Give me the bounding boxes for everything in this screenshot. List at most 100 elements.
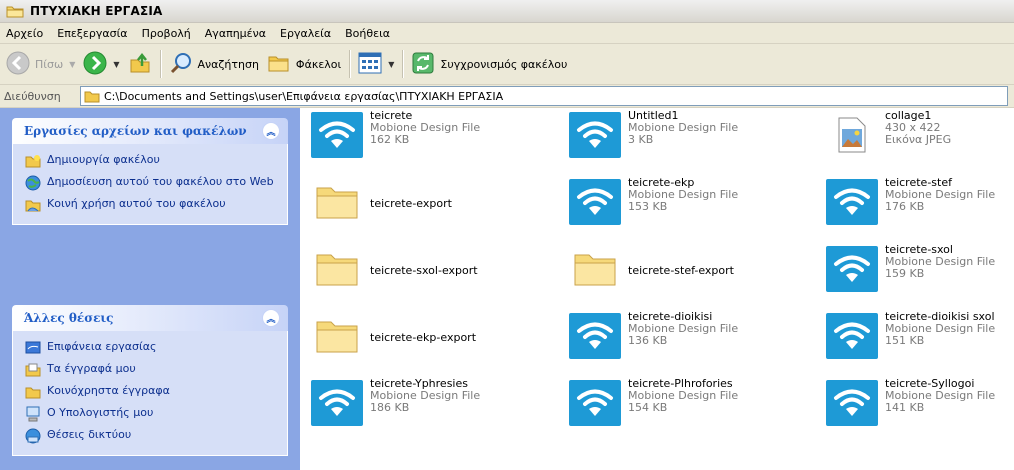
- file-item[interactable]: teicrete-ekp Mobione Design File 153 KB: [568, 175, 818, 235]
- other-places-title: Άλλες θέσεις: [24, 311, 114, 325]
- folder-item[interactable]: teicrete-ekp-export: [310, 309, 560, 369]
- address-path: C:\Documents and Settings\user\Επιφάνεια…: [104, 89, 504, 103]
- file-size: 151 KB: [885, 334, 925, 347]
- file-item[interactable]: teicrete-Plhrofories Mobione Design File 1…: [568, 376, 818, 436]
- place-shared-documents[interactable]: Κοινόχρηστα έγγραφα: [13, 381, 287, 403]
- sync-icon: [411, 51, 435, 78]
- file-item[interactable]: teicrete Mobione Design File 162 KB: [310, 108, 560, 168]
- file-text: teicrete Mobione Design File 162 KB: [370, 108, 480, 146]
- folder-item[interactable]: teicrete-stef-export: [568, 242, 818, 302]
- file-tasks-header[interactable]: Εργασίες αρχείων και φακέλων ︽: [12, 118, 288, 144]
- up-folder-button[interactable]: [124, 48, 156, 80]
- file-text: teicrete-sxol Mobione Design File 159 KB: [885, 242, 995, 280]
- file-text: teicrete-ekp Mobione Design File 153 KB: [628, 175, 738, 213]
- file-name: teicrete-sxol-export: [370, 264, 478, 277]
- folder-icon: [310, 242, 364, 296]
- file-text: Untitled1 Mobione Design File 3 KB: [628, 108, 738, 146]
- folder-icon: [310, 309, 364, 363]
- file-item[interactable]: Untitled1 Mobione Design File 3 KB: [568, 108, 818, 168]
- task-label: Δημοσίευση αυτού του φακέλου στο Web: [47, 175, 274, 188]
- menu-view[interactable]: Προβολή: [135, 27, 198, 40]
- views-button[interactable]: ▼: [354, 48, 398, 80]
- back-button[interactable]: Πίσω ▼: [2, 48, 79, 80]
- file-item[interactable]: teicrete-sxol Mobione Design File 159 KB: [825, 242, 1014, 302]
- file-tasks-body: Δημιουργία φακέλου Δημοσίευση αυτού του …: [12, 144, 288, 225]
- wifi-icon: [568, 309, 622, 363]
- chevron-down-icon[interactable]: ▼: [69, 60, 75, 69]
- wifi-icon: [568, 376, 622, 430]
- share-folder-icon: [25, 197, 41, 213]
- folders-label: Φάκελοι: [295, 57, 342, 71]
- file-text: collage1 430 x 422 Εικόνα JPEG: [885, 108, 951, 146]
- task-new-folder[interactable]: Δημιουργία φακέλου: [13, 150, 287, 172]
- task-share-folder[interactable]: Κοινή χρήση αυτού του φακέλου: [13, 194, 287, 216]
- place-my-documents[interactable]: Τα έγγραφά μου: [13, 359, 287, 381]
- folder-icon: [84, 90, 100, 103]
- file-name: teicrete-ekp-export: [370, 331, 477, 344]
- sync-folder-button[interactable]: Συγχρονισμός φακέλου: [407, 48, 571, 80]
- place-desktop[interactable]: Επιφάνεια εργασίας: [13, 337, 287, 359]
- file-size: Εικόνα JPEG: [885, 133, 952, 146]
- file-item[interactable]: teicrete-stef Mobione Design File 176 KB: [825, 175, 1014, 235]
- wifi-icon: [568, 108, 622, 162]
- file-size: 186 KB: [370, 401, 410, 414]
- file-item[interactable]: teicrete-dioikisi sxol Mobione Design Fil…: [825, 309, 1014, 369]
- menu-favorites[interactable]: Αγαπημένα: [198, 27, 273, 40]
- folders-icon: [267, 51, 291, 78]
- menu-tools[interactable]: Εργαλεία: [273, 27, 338, 40]
- file-list: teicrete Mobione Design File 162 KB Untitle…: [300, 108, 1014, 470]
- file-item[interactable]: collage1 430 x 422 Εικόνα JPEG: [825, 108, 1014, 168]
- file-item[interactable]: teicrete-Syllogoi Mobione Design File 141 …: [825, 376, 1014, 436]
- search-button[interactable]: Αναζήτηση: [165, 48, 263, 80]
- place-label: Τα έγγραφά μου: [47, 362, 136, 375]
- address-label: Διεύθυνση: [4, 89, 61, 103]
- forward-button[interactable]: ▼: [79, 48, 123, 80]
- folder-item[interactable]: teicrete-export: [310, 175, 560, 235]
- place-label: Κοινόχρηστα έγγραφα: [47, 384, 170, 397]
- place-label: Θέσεις δικτύου: [47, 428, 132, 441]
- menu-edit[interactable]: Επεξεργασία: [50, 27, 134, 40]
- new-folder-icon: [25, 153, 41, 169]
- file-size: 3 KB: [628, 133, 654, 146]
- file-item[interactable]: teicrete-dioikisi Mobione Design File 136 …: [568, 309, 818, 369]
- up-folder-icon: [128, 51, 152, 78]
- collapse-icon[interactable]: ︽: [262, 309, 280, 327]
- file-text: teicrete-export: [370, 175, 452, 210]
- task-pane: Εργασίες αρχείων και φακέλων ︽ Δημιουργί…: [0, 108, 300, 470]
- network-places-icon: [25, 428, 41, 444]
- place-network[interactable]: Θέσεις δικτύου: [13, 425, 287, 447]
- wifi-icon: [568, 175, 622, 229]
- file-tasks-panel: Εργασίες αρχείων και φακέλων ︽ Δημιουργί…: [12, 118, 288, 225]
- file-text: teicrete-Plhrofories Mobione Design File 1…: [628, 376, 738, 414]
- chevron-down-icon[interactable]: ▼: [113, 60, 119, 69]
- file-text: teicrete-sxol-export: [370, 242, 478, 277]
- collapse-icon[interactable]: ︽: [262, 122, 280, 140]
- back-label: Πίσω: [35, 57, 64, 71]
- file-text: teicrete-dioikisi sxol Mobione Design Fil…: [885, 309, 995, 347]
- other-places-header[interactable]: Άλλες θέσεις ︽: [12, 305, 288, 331]
- task-label: Δημιουργία φακέλου: [47, 153, 160, 166]
- file-name: teicrete-export: [370, 197, 452, 210]
- my-computer-icon: [25, 406, 41, 422]
- search-label: Αναζήτηση: [197, 57, 259, 71]
- file-size: 136 KB: [628, 334, 668, 347]
- file-item[interactable]: teicrete-Yphresies Mobione Design File 186…: [310, 376, 560, 436]
- menu-help[interactable]: Βοήθεια: [338, 27, 397, 40]
- wifi-icon: [825, 309, 879, 363]
- task-publish-web[interactable]: Δημοσίευση αυτού του φακέλου στο Web: [13, 172, 287, 194]
- folder-icon: [310, 175, 364, 229]
- menu-file[interactable]: Αρχείο: [0, 27, 50, 40]
- folder-item[interactable]: teicrete-sxol-export: [310, 242, 560, 302]
- chevron-down-icon[interactable]: ▼: [388, 60, 394, 69]
- other-places-panel: Άλλες θέσεις ︽ Επιφάνεια εργασίας Τα έγγ…: [12, 305, 288, 456]
- address-field[interactable]: C:\Documents and Settings\user\Επιφάνεια…: [80, 86, 1008, 106]
- place-my-computer[interactable]: Ο Υπολογιστής μου: [13, 403, 287, 425]
- title-bar: ΠΤΥΧΙΑΚΗ ΕΡΓΑΣΙΑ: [0, 0, 1014, 23]
- folders-button[interactable]: Φάκελοι: [263, 48, 345, 80]
- image-file-icon: [825, 108, 879, 162]
- shared-documents-icon: [25, 384, 41, 400]
- file-size: 153 KB: [628, 200, 668, 213]
- wifi-icon: [825, 175, 879, 229]
- forward-arrow-icon: [83, 51, 107, 78]
- file-text: teicrete-stef-export: [628, 242, 734, 277]
